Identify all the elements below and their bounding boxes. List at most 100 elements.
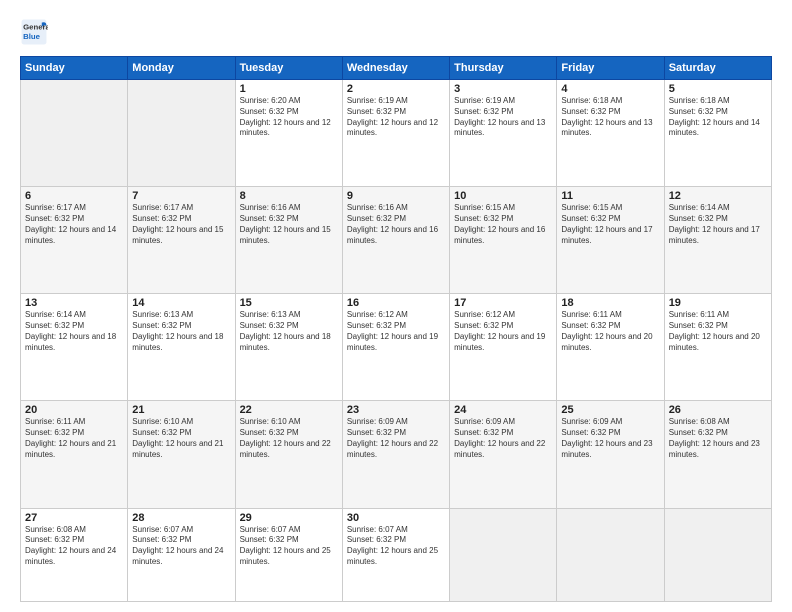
calendar-cell: 9Sunrise: 6:16 AMSunset: 6:32 PMDaylight… bbox=[342, 187, 449, 294]
weekday-header-friday: Friday bbox=[557, 57, 664, 80]
cell-info: Sunrise: 6:13 AMSunset: 6:32 PMDaylight:… bbox=[240, 310, 338, 353]
calendar-week-2: 6Sunrise: 6:17 AMSunset: 6:32 PMDaylight… bbox=[21, 187, 772, 294]
day-number: 14 bbox=[132, 297, 230, 309]
calendar-cell bbox=[128, 80, 235, 187]
weekday-header-sunday: Sunday bbox=[21, 57, 128, 80]
day-number: 5 bbox=[669, 83, 767, 95]
calendar-table: SundayMondayTuesdayWednesdayThursdayFrid… bbox=[20, 56, 772, 602]
cell-info: Sunrise: 6:19 AMSunset: 6:32 PMDaylight:… bbox=[454, 96, 552, 139]
calendar-cell: 16Sunrise: 6:12 AMSunset: 6:32 PMDayligh… bbox=[342, 294, 449, 401]
day-number: 28 bbox=[132, 512, 230, 524]
day-number: 21 bbox=[132, 404, 230, 416]
weekday-header-thursday: Thursday bbox=[450, 57, 557, 80]
day-number: 24 bbox=[454, 404, 552, 416]
calendar-cell: 6Sunrise: 6:17 AMSunset: 6:32 PMDaylight… bbox=[21, 187, 128, 294]
day-number: 26 bbox=[669, 404, 767, 416]
weekday-header-row: SundayMondayTuesdayWednesdayThursdayFrid… bbox=[21, 57, 772, 80]
weekday-header-wednesday: Wednesday bbox=[342, 57, 449, 80]
cell-info: Sunrise: 6:17 AMSunset: 6:32 PMDaylight:… bbox=[25, 203, 123, 246]
cell-info: Sunrise: 6:15 AMSunset: 6:32 PMDaylight:… bbox=[454, 203, 552, 246]
calendar-cell: 30Sunrise: 6:07 AMSunset: 6:32 PMDayligh… bbox=[342, 508, 449, 601]
header: General Blue bbox=[20, 18, 772, 46]
calendar-week-1: 1Sunrise: 6:20 AMSunset: 6:32 PMDaylight… bbox=[21, 80, 772, 187]
day-number: 30 bbox=[347, 512, 445, 524]
day-number: 19 bbox=[669, 297, 767, 309]
day-number: 12 bbox=[669, 190, 767, 202]
cell-info: Sunrise: 6:11 AMSunset: 6:32 PMDaylight:… bbox=[669, 310, 767, 353]
cell-info: Sunrise: 6:08 AMSunset: 6:32 PMDaylight:… bbox=[25, 525, 123, 568]
day-number: 2 bbox=[347, 83, 445, 95]
calendar-cell: 2Sunrise: 6:19 AMSunset: 6:32 PMDaylight… bbox=[342, 80, 449, 187]
day-number: 10 bbox=[454, 190, 552, 202]
calendar-cell: 12Sunrise: 6:14 AMSunset: 6:32 PMDayligh… bbox=[664, 187, 771, 294]
cell-info: Sunrise: 6:16 AMSunset: 6:32 PMDaylight:… bbox=[240, 203, 338, 246]
calendar-cell: 25Sunrise: 6:09 AMSunset: 6:32 PMDayligh… bbox=[557, 401, 664, 508]
cell-info: Sunrise: 6:15 AMSunset: 6:32 PMDaylight:… bbox=[561, 203, 659, 246]
day-number: 16 bbox=[347, 297, 445, 309]
calendar-cell: 28Sunrise: 6:07 AMSunset: 6:32 PMDayligh… bbox=[128, 508, 235, 601]
cell-info: Sunrise: 6:07 AMSunset: 6:32 PMDaylight:… bbox=[347, 525, 445, 568]
cell-info: Sunrise: 6:10 AMSunset: 6:32 PMDaylight:… bbox=[240, 417, 338, 460]
calendar-cell: 13Sunrise: 6:14 AMSunset: 6:32 PMDayligh… bbox=[21, 294, 128, 401]
calendar-week-4: 20Sunrise: 6:11 AMSunset: 6:32 PMDayligh… bbox=[21, 401, 772, 508]
calendar-cell: 24Sunrise: 6:09 AMSunset: 6:32 PMDayligh… bbox=[450, 401, 557, 508]
calendar-cell: 23Sunrise: 6:09 AMSunset: 6:32 PMDayligh… bbox=[342, 401, 449, 508]
calendar-cell bbox=[557, 508, 664, 601]
day-number: 7 bbox=[132, 190, 230, 202]
day-number: 13 bbox=[25, 297, 123, 309]
day-number: 6 bbox=[25, 190, 123, 202]
day-number: 23 bbox=[347, 404, 445, 416]
cell-info: Sunrise: 6:12 AMSunset: 6:32 PMDaylight:… bbox=[347, 310, 445, 353]
cell-info: Sunrise: 6:07 AMSunset: 6:32 PMDaylight:… bbox=[132, 525, 230, 568]
day-number: 11 bbox=[561, 190, 659, 202]
day-number: 20 bbox=[25, 404, 123, 416]
day-number: 4 bbox=[561, 83, 659, 95]
calendar-cell: 29Sunrise: 6:07 AMSunset: 6:32 PMDayligh… bbox=[235, 508, 342, 601]
cell-info: Sunrise: 6:19 AMSunset: 6:32 PMDaylight:… bbox=[347, 96, 445, 139]
day-number: 22 bbox=[240, 404, 338, 416]
page: General Blue SundayMondayTuesdayWednesda… bbox=[0, 0, 792, 612]
calendar-cell: 8Sunrise: 6:16 AMSunset: 6:32 PMDaylight… bbox=[235, 187, 342, 294]
calendar-cell: 22Sunrise: 6:10 AMSunset: 6:32 PMDayligh… bbox=[235, 401, 342, 508]
cell-info: Sunrise: 6:09 AMSunset: 6:32 PMDaylight:… bbox=[561, 417, 659, 460]
calendar-cell: 17Sunrise: 6:12 AMSunset: 6:32 PMDayligh… bbox=[450, 294, 557, 401]
logo: General Blue bbox=[20, 18, 52, 46]
cell-info: Sunrise: 6:08 AMSunset: 6:32 PMDaylight:… bbox=[669, 417, 767, 460]
cell-info: Sunrise: 6:20 AMSunset: 6:32 PMDaylight:… bbox=[240, 96, 338, 139]
cell-info: Sunrise: 6:17 AMSunset: 6:32 PMDaylight:… bbox=[132, 203, 230, 246]
calendar-cell: 27Sunrise: 6:08 AMSunset: 6:32 PMDayligh… bbox=[21, 508, 128, 601]
day-number: 29 bbox=[240, 512, 338, 524]
day-number: 18 bbox=[561, 297, 659, 309]
cell-info: Sunrise: 6:07 AMSunset: 6:32 PMDaylight:… bbox=[240, 525, 338, 568]
day-number: 8 bbox=[240, 190, 338, 202]
day-number: 1 bbox=[240, 83, 338, 95]
calendar-cell: 20Sunrise: 6:11 AMSunset: 6:32 PMDayligh… bbox=[21, 401, 128, 508]
cell-info: Sunrise: 6:13 AMSunset: 6:32 PMDaylight:… bbox=[132, 310, 230, 353]
day-number: 27 bbox=[25, 512, 123, 524]
cell-info: Sunrise: 6:09 AMSunset: 6:32 PMDaylight:… bbox=[454, 417, 552, 460]
cell-info: Sunrise: 6:12 AMSunset: 6:32 PMDaylight:… bbox=[454, 310, 552, 353]
calendar-week-5: 27Sunrise: 6:08 AMSunset: 6:32 PMDayligh… bbox=[21, 508, 772, 601]
calendar-cell: 1Sunrise: 6:20 AMSunset: 6:32 PMDaylight… bbox=[235, 80, 342, 187]
svg-text:Blue: Blue bbox=[23, 32, 41, 41]
calendar-cell: 18Sunrise: 6:11 AMSunset: 6:32 PMDayligh… bbox=[557, 294, 664, 401]
cell-info: Sunrise: 6:14 AMSunset: 6:32 PMDaylight:… bbox=[25, 310, 123, 353]
calendar-cell bbox=[21, 80, 128, 187]
calendar-cell: 15Sunrise: 6:13 AMSunset: 6:32 PMDayligh… bbox=[235, 294, 342, 401]
day-number: 9 bbox=[347, 190, 445, 202]
calendar-cell: 21Sunrise: 6:10 AMSunset: 6:32 PMDayligh… bbox=[128, 401, 235, 508]
calendar-cell: 4Sunrise: 6:18 AMSunset: 6:32 PMDaylight… bbox=[557, 80, 664, 187]
cell-info: Sunrise: 6:18 AMSunset: 6:32 PMDaylight:… bbox=[561, 96, 659, 139]
weekday-header-saturday: Saturday bbox=[664, 57, 771, 80]
calendar-cell: 7Sunrise: 6:17 AMSunset: 6:32 PMDaylight… bbox=[128, 187, 235, 294]
cell-info: Sunrise: 6:11 AMSunset: 6:32 PMDaylight:… bbox=[561, 310, 659, 353]
calendar-cell: 3Sunrise: 6:19 AMSunset: 6:32 PMDaylight… bbox=[450, 80, 557, 187]
cell-info: Sunrise: 6:14 AMSunset: 6:32 PMDaylight:… bbox=[669, 203, 767, 246]
cell-info: Sunrise: 6:09 AMSunset: 6:32 PMDaylight:… bbox=[347, 417, 445, 460]
calendar-cell: 5Sunrise: 6:18 AMSunset: 6:32 PMDaylight… bbox=[664, 80, 771, 187]
cell-info: Sunrise: 6:11 AMSunset: 6:32 PMDaylight:… bbox=[25, 417, 123, 460]
logo-icon: General Blue bbox=[20, 18, 48, 46]
day-number: 3 bbox=[454, 83, 552, 95]
calendar-cell bbox=[664, 508, 771, 601]
cell-info: Sunrise: 6:16 AMSunset: 6:32 PMDaylight:… bbox=[347, 203, 445, 246]
